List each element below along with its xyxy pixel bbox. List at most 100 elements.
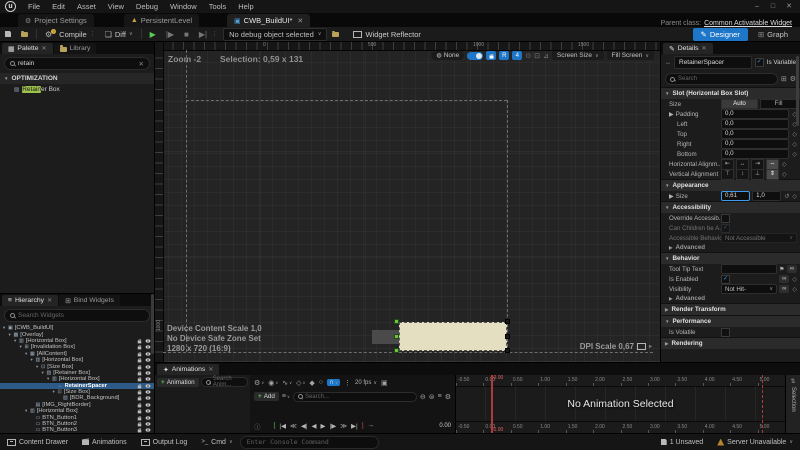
close-icon[interactable]: ✕ [47, 297, 52, 304]
widget-reflector-button[interactable]: Widget Reflector [348, 29, 425, 40]
reset-to-default-icon[interactable]: ◇ [792, 193, 797, 200]
property-checkbox[interactable] [721, 224, 730, 233]
designer-mode-button[interactable]: ✎ Designer [693, 28, 748, 41]
eye-icon[interactable] [146, 416, 151, 419]
stop-button[interactable]: ■ [179, 29, 194, 40]
play-forward-button[interactable]: ▶ [321, 422, 326, 430]
palette-item-retainer-box[interactable]: ▨ Retainer Box [0, 84, 154, 95]
reset-to-default-icon[interactable]: ◇ [792, 276, 797, 283]
details-category-slot-horizontal-box-slot-[interactable]: ▼Slot (Horizontal Box Slot) [661, 87, 800, 99]
designer-canvas[interactable]: 050010001500 1000 Zoom -2 Selection: 0,5… [155, 42, 660, 362]
graph-mode-button[interactable]: ⊞ Graph [752, 28, 794, 41]
revert-icon[interactable]: ↺ [784, 193, 789, 200]
hierarchy-scrollbar[interactable] [151, 294, 154, 354]
widget-name-field[interactable]: RetainerSpacer [674, 56, 752, 69]
eye-icon[interactable] [146, 378, 151, 381]
details-category-appearance[interactable]: ▼Appearance [661, 179, 800, 191]
auto-key-icon[interactable]: ◆ [309, 379, 314, 387]
preview-background-dropdown[interactable]: ◍ None [431, 51, 464, 60]
segment-fill[interactable]: Fill [760, 99, 797, 109]
maximize-button[interactable]: □ [766, 2, 780, 12]
lock-icon[interactable] [138, 353, 142, 356]
sequencer-option-icon-2[interactable]: ≡ [438, 393, 442, 401]
align-option-2[interactable]: ⊥ [751, 169, 764, 180]
lock-icon[interactable] [138, 347, 142, 350]
current-time-label[interactable]: 0.00 [439, 423, 451, 429]
number-field[interactable]: 0,0 [721, 109, 789, 119]
reset-to-default-icon[interactable]: ◇ [782, 171, 787, 178]
tab-project-settings[interactable]: ⚙ Project Settings [18, 14, 94, 27]
filter-icon[interactable]: ≡∨ [282, 393, 290, 400]
menu-file[interactable]: File [22, 1, 46, 12]
tab-library[interactable]: Library [54, 43, 97, 54]
details-category-render-transform[interactable]: ▶Render Transform [661, 303, 800, 315]
tab-hierarchy[interactable]: ≡ Hierarchy ✕ [2, 295, 58, 306]
eye-icon[interactable] [146, 339, 151, 342]
rulers-button[interactable]: R [499, 51, 509, 60]
thumbnail-icon[interactable]: ▣ [381, 379, 388, 387]
selected-widget-bdr-background[interactable] [399, 322, 507, 351]
play-options-icon[interactable]: ⋮ [212, 31, 217, 37]
property-dropdown[interactable]: Not Hit-∨ [721, 284, 777, 294]
resize-handle-top-left[interactable] [394, 319, 399, 324]
animation-search-input[interactable]: Search Anim... [201, 377, 248, 387]
grid-snap-button[interactable]: 4 [512, 51, 522, 60]
resize-handle-bottom-left[interactable] [394, 348, 399, 353]
lock-icon[interactable] [138, 373, 142, 376]
resize-handle-right[interactable] [505, 334, 510, 339]
playback-end-marker[interactable] [762, 375, 763, 433]
step-back-button[interactable]: ◀| [301, 422, 308, 430]
size-fill-field[interactable]: 1,0 [752, 191, 781, 201]
sequencer-option-icon-0[interactable]: ⊖ [420, 393, 426, 401]
keyframe-options-icon[interactable]: ◇∨ [296, 379, 305, 387]
palette-section-optimization[interactable]: ▼ OPTIMIZATION [0, 73, 154, 84]
fps-dropdown[interactable]: 20 fps∨ [355, 380, 377, 386]
resize-handle-top-right[interactable] [505, 319, 510, 324]
bind-button[interactable]: ∞ [779, 275, 789, 283]
jump-back-button[interactable]: ≪ [290, 422, 297, 430]
clear-search-icon[interactable]: ✕ [139, 60, 144, 68]
console-command-input[interactable]: Enter Console Command [240, 436, 379, 449]
flag-icon[interactable]: ⚑ [779, 266, 785, 273]
eye-icon[interactable] [146, 403, 151, 406]
property-checkbox[interactable] [721, 275, 730, 284]
details-category-behavior[interactable]: ▼Behavior [661, 252, 800, 264]
eye-icon[interactable] [146, 429, 151, 432]
sequencer-option-icon-1[interactable]: ⊜ [429, 393, 435, 401]
align-option-1[interactable]: ↕ [736, 169, 749, 180]
to-end-button[interactable]: ▶| [351, 422, 358, 430]
menu-edit[interactable]: Edit [46, 1, 71, 12]
content-drawer-button[interactable]: Content Drawer [0, 434, 75, 450]
reset-to-default-icon[interactable]: ◇ [792, 131, 797, 138]
timeline-ruler-bottom[interactable]: -0.500.000.501.001.502.002.503.003.504.0… [456, 421, 785, 433]
palette-search-input[interactable]: retain ✕ [4, 57, 150, 70]
eye-icon[interactable] [146, 422, 151, 425]
save-button[interactable] [0, 30, 16, 38]
flow-direction-icon[interactable]: ⊡ [534, 52, 540, 60]
eye-icon[interactable] [146, 365, 151, 368]
eye-icon[interactable] [146, 397, 151, 400]
details-category-rendering[interactable]: ▶Rendering [661, 337, 800, 349]
lock-icon[interactable] [138, 379, 142, 382]
sequencer-settings-icon[interactable]: ⚙∨ [254, 379, 264, 387]
jump-forward-button[interactable]: ≫ [340, 422, 347, 430]
tab-persistent-level[interactable]: ▲ PersistentLevel [124, 14, 199, 27]
parent-class-link[interactable]: Common Activatable Widget [704, 20, 792, 27]
add-track-button[interactable]: + Add [254, 392, 279, 401]
view-options-icon[interactable]: ◉∨ [268, 379, 278, 387]
sequencer-option-icon-3[interactable]: ⚙ [445, 393, 451, 401]
property-checkbox[interactable] [721, 328, 730, 337]
tab-animations[interactable]: ✦ Animations ✕ [157, 364, 219, 375]
eye-icon[interactable] [146, 359, 151, 362]
advance-button[interactable]: ▶| [194, 29, 212, 40]
source-control-status[interactable]: 1 Unsaved [654, 439, 710, 446]
snap-options-icon[interactable]: ⋮ [344, 379, 351, 387]
to-front-button[interactable]: |◀ [279, 422, 286, 430]
bind-button[interactable]: ∞ [787, 265, 797, 273]
close-icon[interactable]: ✕ [701, 45, 706, 52]
fill-screen-dropdown[interactable]: Fill Screen ∨ [607, 51, 654, 60]
lock-icon[interactable] [138, 398, 142, 401]
step-forward-button[interactable]: |▶ [330, 422, 337, 430]
number-field[interactable]: 0,0 [721, 119, 789, 129]
details-subheader-advanced[interactable]: ▶Advanced [661, 294, 800, 303]
